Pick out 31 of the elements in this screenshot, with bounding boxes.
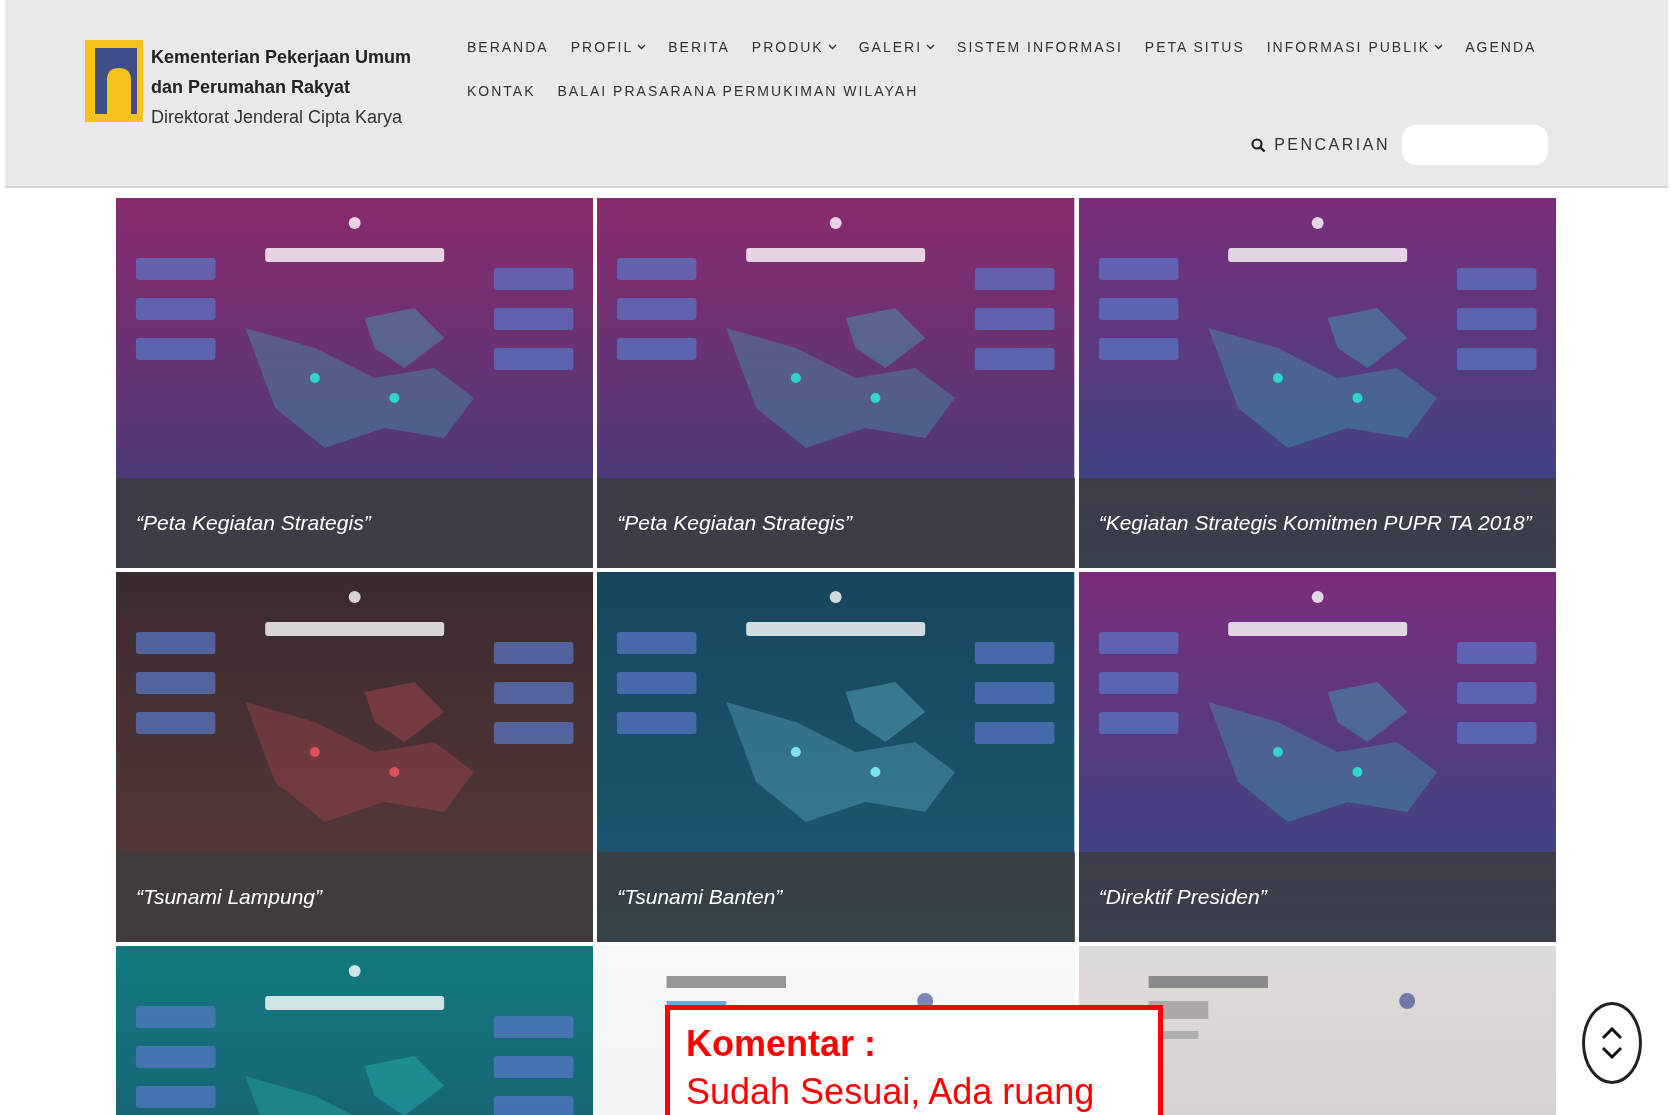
card-caption: “Tsunami Banten” (617, 884, 783, 911)
comment-text: Sudah Sesuai, Ada ruang (686, 1070, 1096, 1114)
nav-link[interactable]: GALERI (858, 36, 936, 58)
nav-link[interactable]: BALAI PRASARANA PERMUKIMAN WILAYAH (557, 80, 919, 102)
chevron-down-icon (637, 44, 647, 50)
card-caption: “Kegiatan Strategis Komitmen PUPR TA 2018” (1098, 510, 1532, 537)
logo-subtitle: Direktorat Jenderal Cipta Karya (151, 106, 404, 129)
chevron-down-icon (827, 44, 837, 50)
nav-link[interactable]: SISTEM INFORMASI (957, 36, 1123, 58)
chevron-down-icon (1434, 44, 1444, 50)
nav-link[interactable]: PRODUK (751, 36, 837, 58)
nav-link[interactable]: PROFIL (570, 36, 647, 58)
nav-link[interactable]: BERITA (668, 36, 730, 58)
card-caption: “Direktif Presiden” (1098, 884, 1267, 911)
card-caption: “Peta Kegiatan Strategis” (136, 510, 371, 537)
nav-link[interactable]: AGENDA (1465, 36, 1537, 58)
logo-title: dan Perumahan Rakyat (151, 76, 352, 99)
comment-title: Komentar : (686, 1022, 878, 1066)
chevron-down-icon (1601, 1046, 1623, 1059)
search-icon (1251, 137, 1267, 153)
search-label: PENCARIAN (1274, 135, 1390, 155)
nav-link[interactable]: PETA SITUS (1144, 36, 1245, 58)
chevron-up-icon (1601, 1027, 1623, 1040)
card-caption: “Peta Kegiatan Strategis” (617, 510, 852, 537)
chevron-down-icon (926, 44, 936, 50)
logo-icon (85, 40, 143, 122)
nav-link[interactable]: INFORMASI PUBLIK (1266, 36, 1444, 58)
nav-link[interactable]: KONTAK (467, 80, 536, 102)
card-caption: “Tsunami Lampung” (136, 884, 322, 911)
nav-link[interactable]: BERANDA (467, 36, 549, 58)
logo-title: Kementerian Pekerjaan Umum (151, 46, 412, 69)
